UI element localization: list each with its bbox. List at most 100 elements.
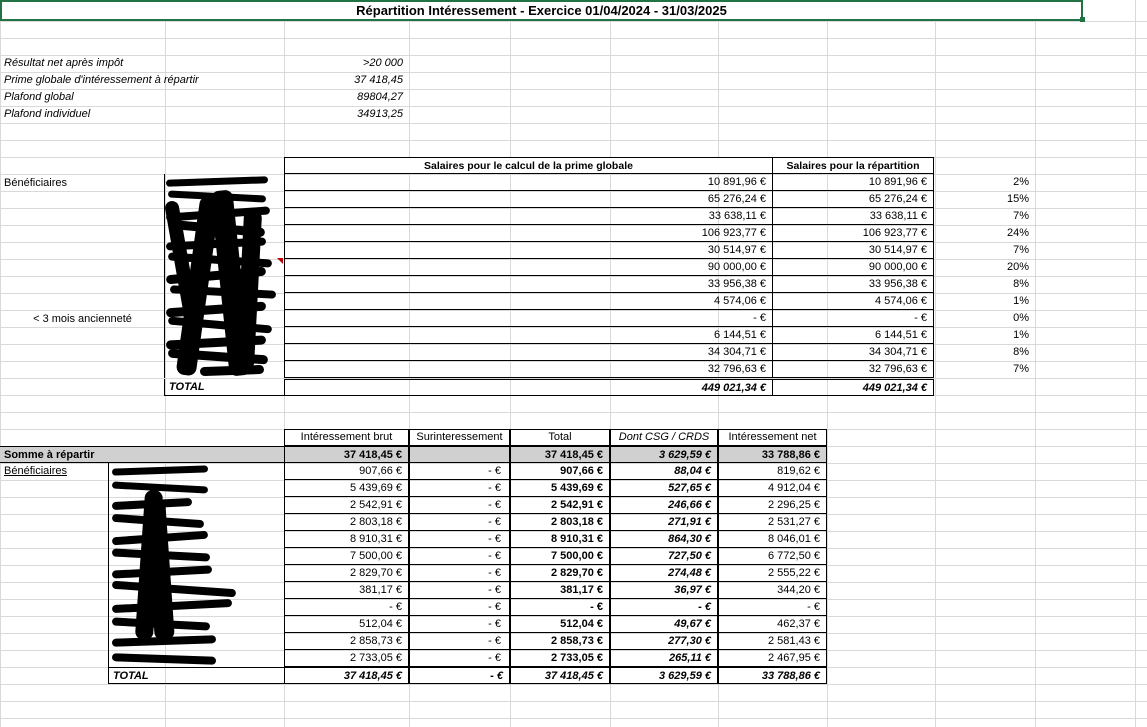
- selection-fill-handle[interactable]: [1080, 17, 1085, 22]
- column-header[interactable]: Intéressement brut: [284, 429, 409, 446]
- somme-cell[interactable]: [409, 446, 510, 463]
- percentage-cell[interactable]: 0%: [935, 310, 1035, 327]
- param-value[interactable]: 34913,25: [284, 106, 409, 123]
- interessement-cell[interactable]: 381,17 €: [284, 582, 409, 599]
- percentage-cell[interactable]: 8%: [935, 276, 1035, 293]
- somme-cell[interactable]: 37 418,45 €: [284, 446, 409, 463]
- interessement-cell[interactable]: - €: [718, 599, 827, 616]
- percentage-cell[interactable]: 1%: [935, 327, 1035, 344]
- salary-repartition-cell[interactable]: - €: [772, 310, 934, 327]
- interessement-cell[interactable]: 88,04 €: [610, 463, 718, 480]
- percentage-cell[interactable]: 7%: [935, 361, 1035, 378]
- percentage-cell[interactable]: 7%: [935, 242, 1035, 259]
- interessement-cell[interactable]: 907,66 €: [284, 463, 409, 480]
- total-cell[interactable]: - €: [409, 667, 510, 684]
- interessement-cell[interactable]: - €: [409, 480, 510, 497]
- label-anciennete[interactable]: < 3 mois ancienneté: [0, 311, 165, 328]
- salary-prime-cell[interactable]: 33 638,11 €: [284, 208, 773, 225]
- percentage-cell[interactable]: 2%: [935, 174, 1035, 191]
- salary-prime-cell[interactable]: 4 574,06 €: [284, 293, 773, 310]
- interessement-cell[interactable]: 344,20 €: [718, 582, 827, 599]
- interessement-cell[interactable]: 7 500,00 €: [284, 548, 409, 565]
- interessement-cell[interactable]: 8 046,01 €: [718, 531, 827, 548]
- column-header[interactable]: Surinteressement: [409, 429, 510, 446]
- salary-repartition-cell[interactable]: 6 144,51 €: [772, 327, 934, 344]
- salary-prime-cell[interactable]: 65 276,24 €: [284, 191, 773, 208]
- total-salaires-prime[interactable]: 449 021,34 €: [284, 379, 773, 396]
- param-label[interactable]: Plafond global: [0, 89, 284, 106]
- interessement-cell[interactable]: 5 439,69 €: [510, 480, 610, 497]
- param-label[interactable]: Résultat net après impôt: [0, 55, 284, 72]
- interessement-cell[interactable]: - €: [409, 514, 510, 531]
- interessement-cell[interactable]: - €: [409, 650, 510, 667]
- interessement-cell[interactable]: - €: [409, 565, 510, 582]
- salary-repartition-cell[interactable]: 4 574,06 €: [772, 293, 934, 310]
- somme-cell[interactable]: 33 788,86 €: [718, 446, 827, 463]
- salary-prime-cell[interactable]: 6 144,51 €: [284, 327, 773, 344]
- interessement-cell[interactable]: 2 733,05 €: [284, 650, 409, 667]
- interessement-cell[interactable]: - €: [409, 599, 510, 616]
- interessement-cell[interactable]: 2 542,91 €: [284, 497, 409, 514]
- column-header[interactable]: Total: [510, 429, 610, 446]
- interessement-cell[interactable]: - €: [610, 599, 718, 616]
- salary-prime-cell[interactable]: 32 796,63 €: [284, 361, 773, 378]
- total-cell[interactable]: 3 629,59 €: [610, 667, 718, 684]
- interessement-cell[interactable]: 2 531,27 €: [718, 514, 827, 531]
- salary-repartition-cell[interactable]: 30 514,97 €: [772, 242, 934, 259]
- interessement-cell[interactable]: - €: [409, 548, 510, 565]
- interessement-cell[interactable]: 2 803,18 €: [510, 514, 610, 531]
- interessement-cell[interactable]: 7 500,00 €: [510, 548, 610, 565]
- interessement-cell[interactable]: 2 803,18 €: [284, 514, 409, 531]
- interessement-cell[interactable]: 6 772,50 €: [718, 548, 827, 565]
- interessement-cell[interactable]: 2 542,91 €: [510, 497, 610, 514]
- column-header[interactable]: Intéressement net: [718, 429, 827, 446]
- percentage-cell[interactable]: 7%: [935, 208, 1035, 225]
- somme-label[interactable]: Somme à répartir: [0, 446, 284, 463]
- salary-repartition-cell[interactable]: 10 891,96 €: [772, 174, 934, 191]
- interessement-cell[interactable]: - €: [409, 463, 510, 480]
- interessement-cell[interactable]: 271,91 €: [610, 514, 718, 531]
- somme-cell[interactable]: 37 418,45 €: [510, 446, 610, 463]
- salary-prime-cell[interactable]: 33 956,38 €: [284, 276, 773, 293]
- salary-repartition-cell[interactable]: 32 796,63 €: [772, 361, 934, 378]
- total-cell[interactable]: 37 418,45 €: [284, 667, 409, 684]
- interessement-cell[interactable]: 2 858,73 €: [284, 633, 409, 650]
- total-cell[interactable]: 37 418,45 €: [510, 667, 610, 684]
- somme-cell[interactable]: 3 629,59 €: [610, 446, 718, 463]
- interessement-cell[interactable]: 8 910,31 €: [284, 531, 409, 548]
- interessement-cell[interactable]: 907,66 €: [510, 463, 610, 480]
- param-value[interactable]: 89804,27: [284, 89, 409, 106]
- total-label[interactable]: TOTAL: [164, 379, 284, 396]
- interessement-cell[interactable]: 2 581,43 €: [718, 633, 827, 650]
- interessement-cell[interactable]: 2 829,70 €: [284, 565, 409, 582]
- percentage-cell[interactable]: 1%: [935, 293, 1035, 310]
- interessement-cell[interactable]: 2 829,70 €: [510, 565, 610, 582]
- param-value[interactable]: 37 418,45: [284, 72, 409, 89]
- sheet-title-cell[interactable]: Répartition Intéressement - Exercice 01/…: [0, 0, 1083, 21]
- salary-prime-cell[interactable]: - €: [284, 310, 773, 327]
- percentage-cell[interactable]: 20%: [935, 259, 1035, 276]
- interessement-cell[interactable]: - €: [409, 582, 510, 599]
- salary-repartition-cell[interactable]: 33 956,38 €: [772, 276, 934, 293]
- interessement-cell[interactable]: 246,66 €: [610, 497, 718, 514]
- column-header[interactable]: Dont CSG / CRDS: [610, 429, 718, 446]
- salary-repartition-cell[interactable]: 34 304,71 €: [772, 344, 934, 361]
- interessement-cell[interactable]: - €: [409, 531, 510, 548]
- interessement-cell[interactable]: - €: [284, 599, 409, 616]
- salary-repartition-cell[interactable]: 65 276,24 €: [772, 191, 934, 208]
- total-cell[interactable]: 33 788,86 €: [718, 667, 827, 684]
- interessement-cell[interactable]: 2 858,73 €: [510, 633, 610, 650]
- header-salaires-prime-globale[interactable]: Salaires pour le calcul de la prime glob…: [284, 157, 773, 174]
- total-label-2[interactable]: TOTAL: [108, 667, 284, 684]
- interessement-cell[interactable]: - €: [409, 616, 510, 633]
- interessement-cell[interactable]: 512,04 €: [284, 616, 409, 633]
- salary-prime-cell[interactable]: 106 923,77 €: [284, 225, 773, 242]
- param-label[interactable]: Prime globale d'intéressement à répartir: [0, 72, 284, 89]
- interessement-cell[interactable]: 8 910,31 €: [510, 531, 610, 548]
- percentage-cell[interactable]: 8%: [935, 344, 1035, 361]
- interessement-cell[interactable]: - €: [409, 633, 510, 650]
- interessement-cell[interactable]: 4 912,04 €: [718, 480, 827, 497]
- salary-repartition-cell[interactable]: 33 638,11 €: [772, 208, 934, 225]
- interessement-cell[interactable]: 2 733,05 €: [510, 650, 610, 667]
- interessement-cell[interactable]: 381,17 €: [510, 582, 610, 599]
